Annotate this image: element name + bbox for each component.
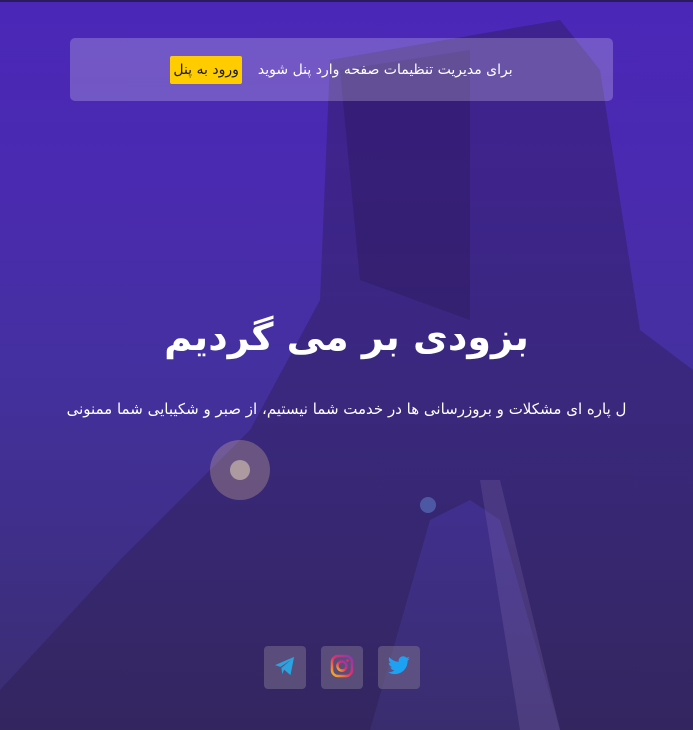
notice-text: برای مدیریت تنظیمات صفحه وارد پنل شوید [257, 61, 513, 78]
instagram-button[interactable] [321, 646, 363, 689]
page-subtitle: ل پاره ای مشکلات و بروزرسانی ها در خدمت … [0, 400, 693, 418]
instagram-icon [330, 654, 354, 682]
page-title: بزودی بر می گردیم [164, 315, 529, 359]
telegram-button[interactable] [264, 646, 306, 689]
top-border [0, 0, 693, 2]
twitter-icon [387, 655, 411, 680]
telegram-icon [274, 656, 296, 680]
subtitle-text: ل پاره ای مشکلات و بروزرسانی ها در خدمت … [66, 400, 627, 418]
background-image [0, 0, 693, 730]
twitter-button[interactable] [378, 646, 420, 689]
social-links [264, 646, 420, 689]
login-panel-button[interactable]: ورود به پنل [170, 55, 242, 84]
login-notice: برای مدیریت تنظیمات صفحه وارد پنل شوید و… [70, 38, 613, 101]
